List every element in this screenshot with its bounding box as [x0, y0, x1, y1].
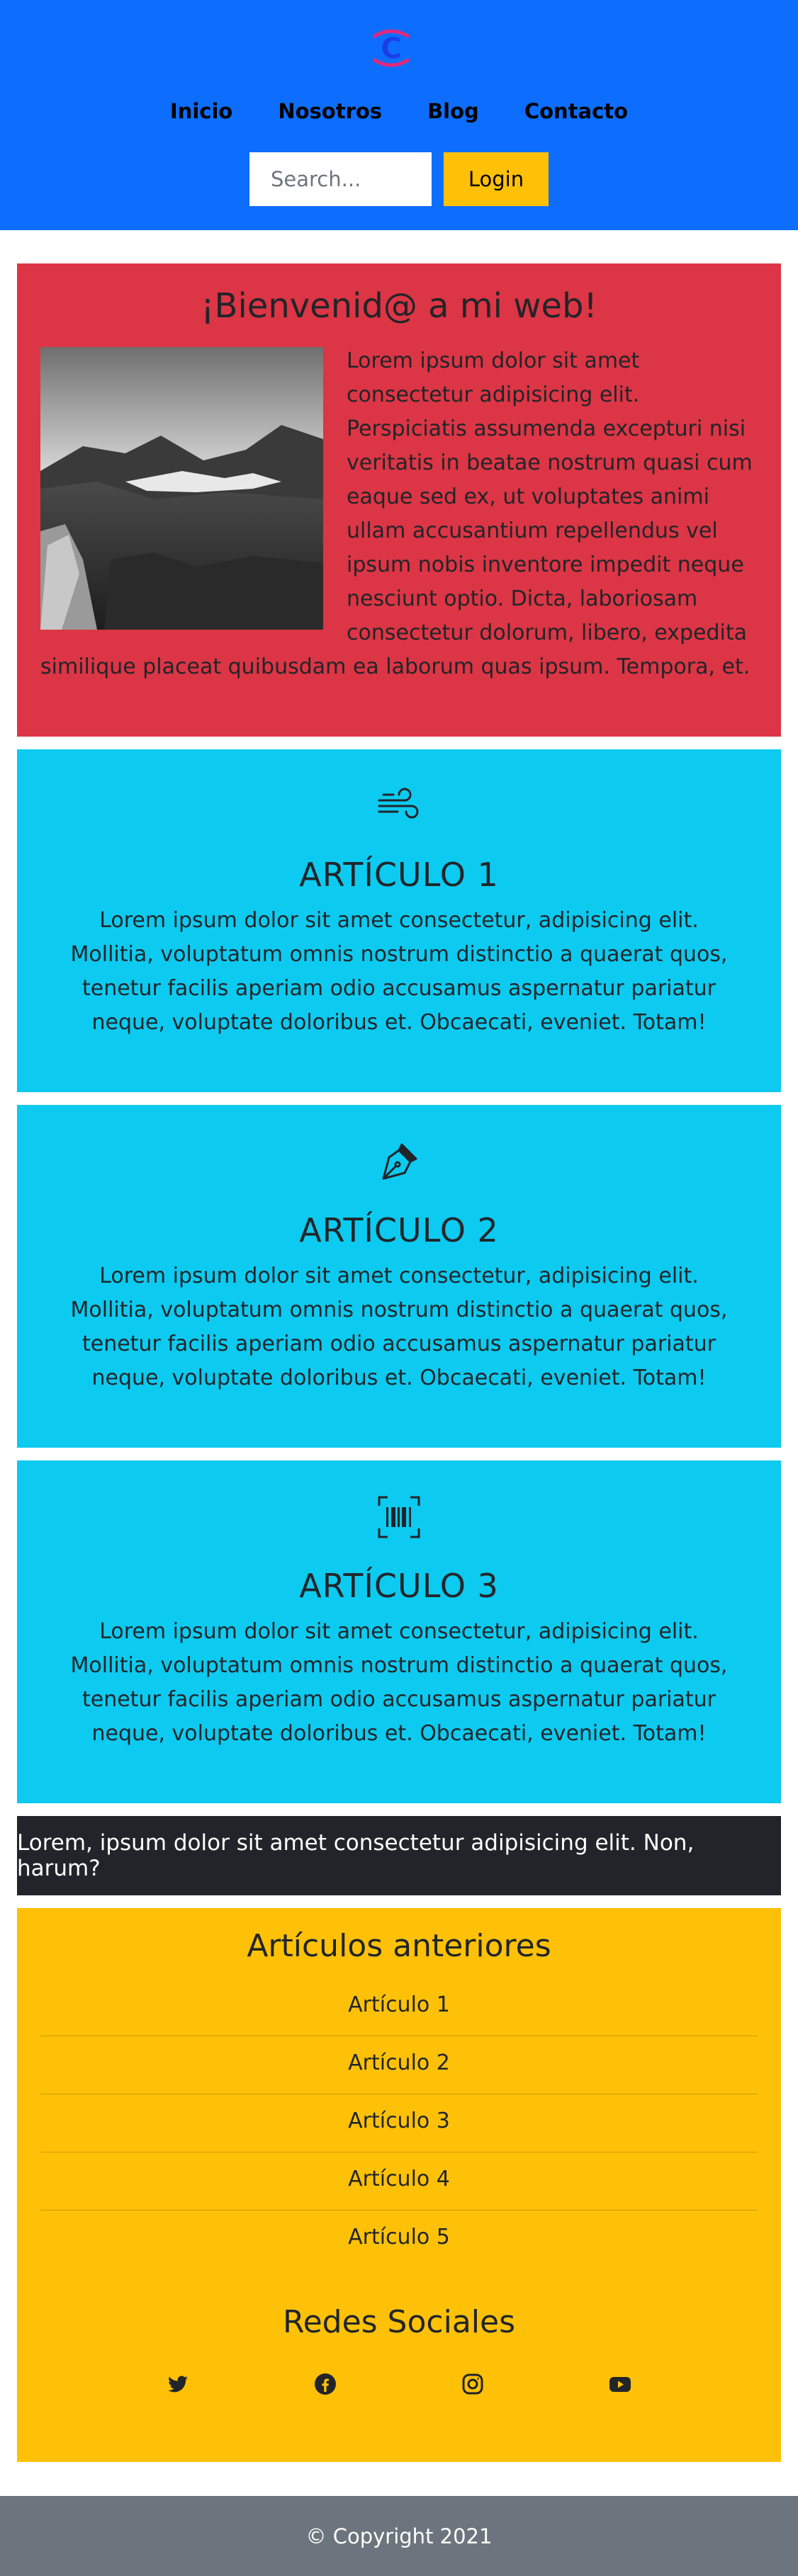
previous-articles-title: Artículos anteriores — [247, 1928, 551, 1964]
main-nav: Inicio Nosotros Blog Contacto — [0, 99, 798, 123]
list-item[interactable]: Artículo 2 — [40, 2036, 758, 2094]
list-item[interactable]: Artículo 5 — [40, 2211, 758, 2269]
search-bar: Login — [0, 152, 798, 206]
article-text: Lorem ipsum dolor sit amet consectetur, … — [70, 908, 728, 1035]
list-item[interactable]: Artículo 1 — [40, 1978, 758, 2036]
logo-letter: C — [381, 33, 401, 65]
article-title: ARTÍCULO 2 — [299, 1211, 499, 1249]
youtube-icon[interactable] — [609, 2373, 631, 2395]
article-title: ARTÍCULO 3 — [299, 1567, 499, 1605]
wind-icon — [378, 788, 419, 819]
landscape-image — [40, 347, 323, 630]
previous-articles-section: Artículos anteriores Artículo 1 Artículo… — [17, 1908, 781, 2462]
welcome-title: ¡Bienvenid@ a mi web! — [201, 286, 597, 326]
welcome-section: ¡Bienvenid@ a mi web! Lorem ipsum dolor … — [17, 263, 781, 737]
main-content: ¡Bienvenid@ a mi web! Lorem ipsum dolor … — [0, 263, 798, 2462]
nav-contacto[interactable]: Contacto — [524, 99, 628, 123]
article-card: ARTÍCULO 1 Lorem ipsum dolor sit amet co… — [17, 749, 781, 1092]
search-input[interactable] — [249, 152, 432, 206]
social-links — [40, 2373, 758, 2395]
site-footer: © Copyright 2021 — [0, 2496, 798, 2576]
previous-articles-list: Artículo 1 Artículo 2 Artículo 3 Artícul… — [40, 1978, 758, 2269]
facebook-icon[interactable] — [314, 2373, 337, 2395]
dark-banner: Lorem, ipsum dolor sit amet consectetur … — [17, 1816, 781, 1895]
instagram-icon[interactable] — [461, 2373, 484, 2395]
article-card: ARTÍCULO 3 Lorem ipsum dolor sit amet co… — [17, 1460, 781, 1803]
nav-inicio[interactable]: Inicio — [170, 99, 232, 123]
nav-blog[interactable]: Blog — [427, 99, 479, 123]
social-title: Redes Sociales — [282, 2304, 516, 2340]
list-item[interactable]: Artículo 4 — [40, 2152, 758, 2211]
article-text: Lorem ipsum dolor sit amet consectetur, … — [70, 1264, 728, 1390]
banner-text: Lorem, ipsum dolor sit amet consectetur … — [17, 1830, 695, 1881]
twitter-icon[interactable] — [167, 2373, 189, 2395]
barcode-scan-icon — [378, 1496, 420, 1538]
article-title: ARTÍCULO 1 — [299, 856, 499, 894]
article-card: ARTÍCULO 2 Lorem ipsum dolor sit amet co… — [17, 1105, 781, 1448]
article-text: Lorem ipsum dolor sit amet consectetur, … — [70, 1619, 728, 1746]
login-button[interactable]: Login — [444, 152, 549, 206]
nav-nosotros[interactable]: Nosotros — [278, 99, 382, 123]
pen-nib-icon — [382, 1143, 417, 1180]
copyright-text: © Copyright 2021 — [305, 2524, 493, 2548]
list-item[interactable]: Artículo 3 — [40, 2094, 758, 2152]
site-header: C Inicio Nosotros Blog Contacto Login — [0, 0, 798, 230]
logo-icon[interactable]: C — [369, 23, 413, 74]
